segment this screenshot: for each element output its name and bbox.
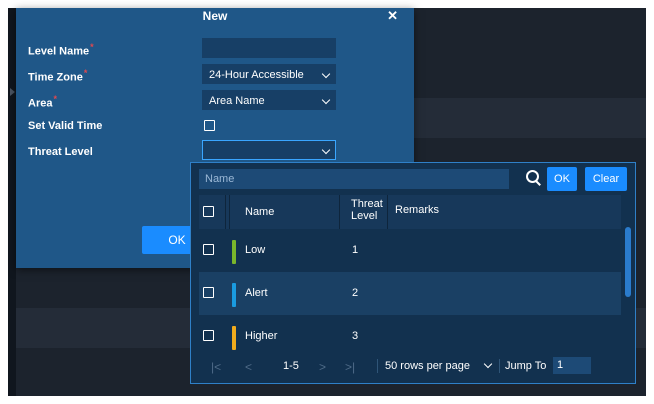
row-level: 3: [352, 330, 359, 342]
table-row[interactable]: Low 1: [199, 229, 621, 272]
left-gutter: [8, 8, 16, 396]
area-label: Area*: [28, 94, 57, 110]
threat-color-marker: [232, 326, 236, 350]
area-row: Area* Area Name: [28, 90, 336, 110]
next-page-icon[interactable]: >: [319, 360, 326, 374]
jump-to-input[interactable]: 1: [553, 357, 591, 374]
time-zone-select[interactable]: 24-Hour Accessible: [202, 64, 336, 84]
pagination-bar: |< < 1-5 > >| 50 rows per page Jump To 1: [199, 355, 629, 377]
jump-to-label: Jump To: [505, 360, 547, 372]
rows-per-page-select[interactable]: 50 rows per page: [385, 360, 470, 372]
required-mark: *: [90, 42, 94, 52]
dialog-header: New ✕: [16, 8, 414, 26]
required-mark: *: [83, 68, 88, 78]
panel-clear-button[interactable]: Clear: [585, 167, 627, 191]
threat-color-marker: [232, 240, 236, 264]
name-search-input[interactable]: Name: [199, 169, 509, 189]
column-header-threat-line2: Level: [351, 210, 378, 222]
select-all-checkbox[interactable]: [203, 206, 214, 217]
row-checkbox[interactable]: [203, 244, 214, 255]
divider: [377, 359, 378, 373]
dialog-title: New: [202, 9, 228, 23]
prev-page-icon[interactable]: <: [245, 360, 252, 374]
chevron-down-icon: [321, 95, 331, 105]
page-range: 1-5: [283, 360, 299, 372]
threat-level-dropdown-panel: Name OK Clear Name Threat Level Remarks …: [190, 162, 636, 384]
row-name: Alert: [245, 287, 268, 299]
chevron-down-icon: [321, 69, 331, 79]
column-header-name[interactable]: Name: [245, 206, 274, 218]
table-row[interactable]: Higher 3: [199, 315, 621, 358]
vertical-scrollbar[interactable]: [625, 227, 631, 297]
set-valid-time-row: Set Valid Time: [28, 116, 328, 136]
last-page-icon[interactable]: >|: [345, 360, 355, 374]
level-name-row: Level Name*: [28, 38, 336, 58]
level-name-input[interactable]: [202, 38, 336, 58]
chevron-down-icon[interactable]: [483, 359, 493, 369]
area-value: Area Name: [209, 95, 265, 107]
divider: [499, 359, 500, 373]
set-valid-time-label: Set Valid Time: [28, 120, 103, 132]
first-page-icon[interactable]: |<: [211, 360, 221, 374]
threat-level-row: Threat Level: [28, 140, 336, 162]
row-checkbox[interactable]: [203, 330, 214, 341]
column-header-remarks[interactable]: Remarks: [395, 204, 439, 216]
time-zone-row: Time Zone* 24-Hour Accessible: [28, 64, 336, 84]
area-select[interactable]: Area Name: [202, 90, 336, 110]
set-valid-time-checkbox[interactable]: [204, 120, 215, 131]
column-header-threat-line1: Threat: [351, 198, 383, 210]
chevron-down-icon: [321, 145, 331, 155]
row-name: Low: [245, 244, 266, 256]
row-level: 1: [352, 244, 359, 256]
table-row[interactable]: Alert 2: [199, 272, 621, 315]
row-name: Higher: [245, 330, 278, 342]
panel-ok-button[interactable]: OK: [547, 167, 577, 191]
threat-level-label: Threat Level: [28, 146, 93, 158]
row-level: 2: [352, 287, 359, 299]
required-mark: *: [53, 94, 57, 104]
collapse-arrow-icon[interactable]: [10, 88, 15, 96]
search-icon[interactable]: [525, 169, 543, 187]
row-checkbox[interactable]: [203, 287, 214, 298]
table-header: Name Threat Level Remarks: [199, 195, 621, 229]
time-zone-value: 24-Hour Accessible: [209, 69, 304, 81]
threat-color-marker: [232, 283, 236, 307]
level-name-label: Level Name*: [28, 42, 94, 58]
time-zone-label: Time Zone*: [28, 68, 88, 84]
threat-level-select[interactable]: [202, 140, 336, 160]
close-icon[interactable]: ✕: [387, 8, 398, 24]
